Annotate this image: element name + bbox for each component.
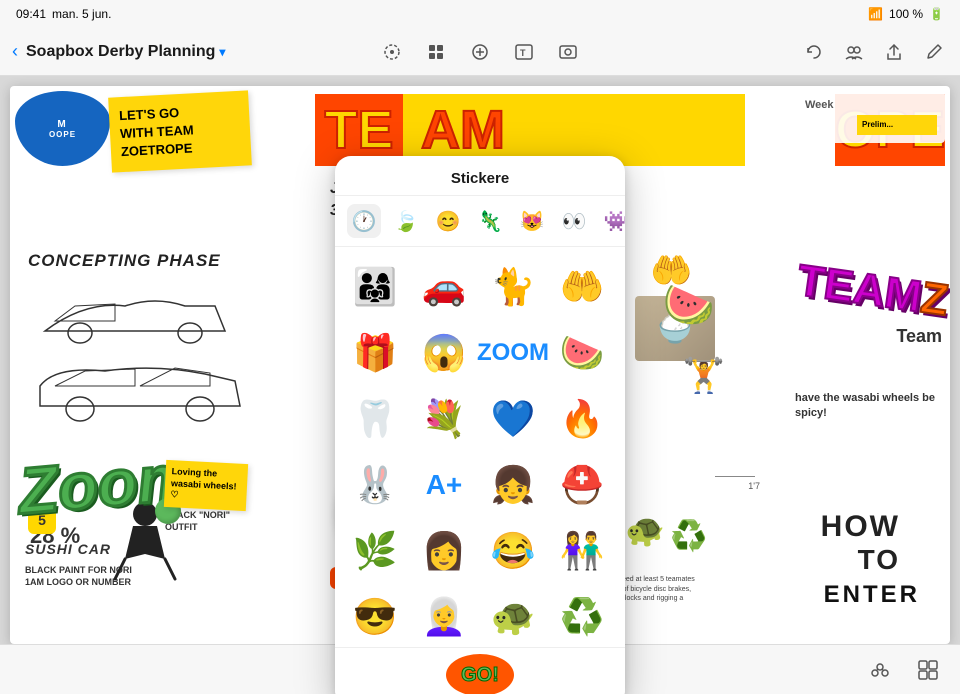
status-bar: 09:41 man. 5 jun. 📶 100 % 🔋	[0, 0, 960, 28]
right-sticky: Prelim...	[857, 115, 937, 135]
car-sketch-1	[25, 276, 265, 346]
disc-m-text: M	[57, 119, 67, 130]
tree-icon-button[interactable]	[864, 654, 896, 686]
sticker-laugh[interactable]: 😂	[483, 521, 543, 581]
hands-sticker: 🤲	[650, 251, 692, 291]
title-chevron-icon: ▾	[219, 45, 225, 59]
car-sketch-2	[25, 346, 265, 426]
sticker-heart[interactable]: 💙	[483, 389, 543, 449]
sticker-zoom[interactable]: ZOOM	[483, 323, 543, 383]
sticker-couple[interactable]: 👫	[552, 521, 612, 581]
sticker-category-face[interactable]: 😻	[515, 204, 549, 238]
document-title[interactable]: Soapbox Derby Planning ▾	[26, 43, 225, 61]
sticker-bunny[interactable]: 🐰	[345, 455, 405, 515]
team-zoetrope-sticky: LET'S GOWITH TEAMZOETROPE	[108, 90, 252, 172]
battery-icon: 🔋	[929, 7, 944, 21]
sticker-cat[interactable]: 🐈	[483, 257, 543, 317]
sticker-shock[interactable]: 😱	[414, 323, 474, 383]
recycle-sticker: ♻️	[670, 519, 707, 554]
sticker-watermelon[interactable]: 🍉	[552, 323, 612, 383]
teamz-text: TEAMZ	[794, 256, 950, 327]
sticker-category-recent[interactable]: 🕐	[347, 204, 381, 238]
sticker-sunglasses[interactable]: 😎	[345, 587, 405, 647]
disc-ope-text: OOPE	[49, 130, 76, 139]
right-panel: Week Prelim...	[797, 91, 945, 143]
sticker-panel-title: Stickere	[335, 156, 625, 196]
sticker-girl[interactable]: 👧	[483, 455, 543, 515]
lasso-tool-button[interactable]	[378, 38, 406, 66]
sticker-panel: Stickere 🕐 🍃 😊 🦎 😻 👀 👾 👨‍👩‍👧 🚗 🐈 🤲 🎁 😱 Z…	[335, 156, 625, 694]
sticker-helmet[interactable]: ⛑️	[552, 455, 612, 515]
title-text: Soapbox Derby Planning	[26, 43, 215, 61]
format-tool-button[interactable]	[422, 38, 450, 66]
status-left: 09:41 man. 5 jun.	[16, 7, 111, 21]
sticker-grid: 👨‍👩‍👧 🚗 🐈 🤲 🎁 😱 ZOOM 🍉 🦷 💐 💙 🔥 🐰 A+ 👧 ⛑️…	[335, 247, 625, 647]
edit-button[interactable]	[920, 38, 948, 66]
week-header: Week	[805, 99, 937, 111]
go-sticker-button[interactable]: GO!	[335, 647, 625, 694]
enter-text: ENTER	[824, 581, 920, 609]
sticker-turtle[interactable]: 🐢	[483, 587, 543, 647]
wasabi-wheels-text: have the wasabi wheels be spicy!	[795, 391, 935, 422]
sticker-category-leaf[interactable]: 🍃	[389, 204, 423, 238]
toolbar: ‹ Soapbox Derby Planning ▾ T	[0, 28, 960, 76]
sticker-fire[interactable]: 🔥	[552, 389, 612, 449]
blue-disc: M OOPE	[15, 91, 110, 166]
barbell-element: 🏋️	[683, 356, 725, 396]
sticker-hands[interactable]: 🤲	[552, 257, 612, 317]
svg-text:T: T	[520, 48, 526, 58]
sticker-family[interactable]: 👨‍👩‍👧	[345, 257, 405, 317]
sticker-category-animal[interactable]: 🦎	[473, 204, 507, 238]
sticker-category-bar[interactable]: 🕐 🍃 😊 🦎 😻 👀 👾	[335, 196, 625, 247]
team-small-label: Team	[896, 326, 942, 347]
sticker-car[interactable]: 🚗	[414, 257, 474, 317]
status-right: 📶 100 % 🔋	[868, 7, 944, 21]
toolbar-center: T	[378, 38, 582, 66]
photo-tool-button[interactable]	[554, 38, 582, 66]
sticker-teeth[interactable]: 🦷	[345, 389, 405, 449]
time: 09:41	[16, 7, 46, 21]
canvas-area: TE AM OPE M OOPE LET'S GOWITH TEAMZOETRO…	[0, 76, 960, 694]
turtle-sticker: 🐢	[625, 511, 665, 549]
share-button[interactable]	[880, 38, 908, 66]
collaborate-button[interactable]	[840, 38, 868, 66]
ruler-line-1	[715, 476, 755, 477]
back-button[interactable]: ‹	[12, 41, 18, 62]
sticker-gift[interactable]: 🎁	[345, 323, 405, 383]
go-circle-sticker[interactable]: GO!	[446, 654, 514, 694]
teamz-sticker: TEAMZ	[797, 266, 942, 316]
back-chevron-icon: ‹	[12, 41, 18, 62]
grid-view-button[interactable]	[912, 654, 944, 686]
battery-text: 100 %	[889, 7, 923, 21]
sticker-category-alien[interactable]: 👾	[599, 204, 625, 238]
insert-tool-button[interactable]	[466, 38, 494, 66]
how-text: HOW	[821, 510, 900, 544]
ruler-measurement: 1'7	[748, 481, 760, 491]
sticker-flowers[interactable]: 💐	[414, 389, 474, 449]
sticker-category-emoji[interactable]: 😊	[431, 204, 465, 238]
sticker-category-eyes[interactable]: 👀	[557, 204, 591, 238]
to-text: TO	[858, 544, 900, 576]
sticker-woman[interactable]: 👩	[414, 521, 474, 581]
date: man. 5 jun.	[52, 7, 111, 21]
wasabi-sticky: Loving the wasabi wheels! ♡	[164, 460, 248, 511]
undo-button[interactable]	[800, 38, 828, 66]
toolbar-right	[800, 38, 948, 66]
sticker-leaf[interactable]: 🌿	[345, 521, 405, 581]
sticker-aplus[interactable]: A+	[414, 455, 474, 515]
text-tool-button[interactable]: T	[510, 38, 538, 66]
concepting-phase-label: CONCEPTING PHASE	[28, 251, 221, 271]
sticker-recycle[interactable]: ♻️	[552, 587, 612, 647]
wifi-icon: 📶	[868, 7, 883, 21]
sticker-older-woman[interactable]: 👩‍🦳	[414, 587, 474, 647]
